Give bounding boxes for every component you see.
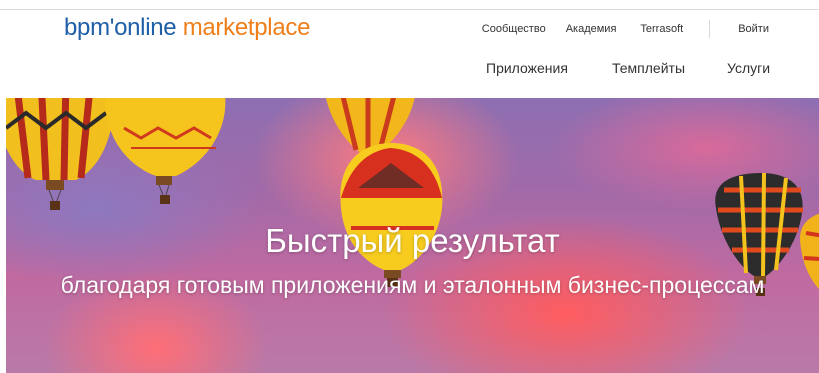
logo-text-bpmonline: bpm'online [64, 14, 177, 41]
top-links: Сообщество Академия Terrasoft Войти [482, 20, 769, 38]
hero-banner: Быстрый результат благодаря готовым прил… [6, 98, 819, 373]
header-top-border [0, 9, 819, 10]
nav-item-services[interactable]: Услуги [727, 60, 770, 76]
balloon-top-left-2 [105, 98, 226, 204]
nav-item-templates[interactable]: Темплейты [612, 60, 685, 76]
hero-subtitle: благодаря готовым приложениям и эталонны… [60, 272, 765, 298]
balloon-center [340, 143, 443, 287]
bpmonline-marketplace-logo[interactable]: bpm'online marketplace [64, 13, 310, 43]
logo-text-marketplace: marketplace [176, 14, 311, 41]
login-link[interactable]: Войти [738, 23, 769, 35]
top-link-academy[interactable]: Академия [566, 23, 617, 35]
nav-item-applications[interactable]: Приложения [486, 60, 568, 76]
balloon-top-left [6, 98, 115, 210]
top-link-terrasoft[interactable]: Terrasoft [640, 23, 683, 35]
hero-title: Быстрый результат [265, 222, 560, 259]
top-link-community[interactable]: Сообщество [482, 23, 546, 35]
top-links-divider [709, 20, 711, 38]
